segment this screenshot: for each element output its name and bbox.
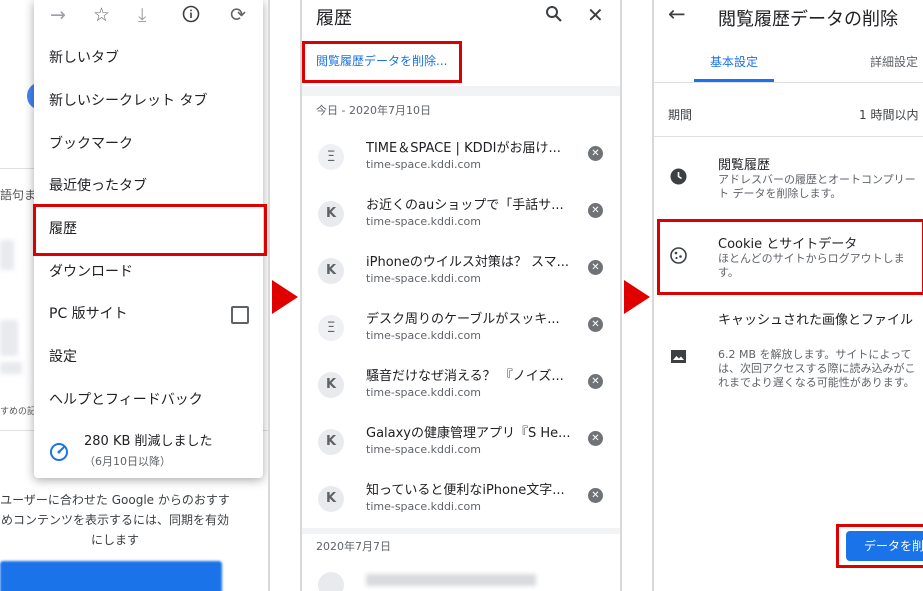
close-icon[interactable]: ✕ [587, 3, 604, 27]
menu-item-bookmarks[interactable]: ブックマーク [49, 134, 133, 154]
history-item[interactable]: K iPhoneのウイルス対策は？ スマ... time-space.kddi.… [302, 246, 620, 303]
history-item-title: デスク周りのケーブルがスッキ... [366, 312, 560, 327]
history-item[interactable]: K Galaxyの健康管理アプリ『S He... time-space.kddi… [302, 417, 620, 474]
data-saver-icon [48, 441, 70, 467]
sync-button[interactable] [0, 561, 222, 591]
date-header: 2020年7月7日 [316, 540, 391, 553]
site-favicon-icon: K [318, 429, 344, 455]
time-range-select[interactable]: 1 時間以内 [859, 106, 918, 123]
chrome-menu-panel: 語句ま すめの記 ユーザーに合わせた Google からのおすすめコンテンツを表… [0, 0, 268, 591]
data-saver-subtitle: （6月10日以降） [84, 455, 171, 468]
remove-item-icon[interactable]: ✕ [588, 203, 603, 218]
tab-advanced[interactable]: 詳細設定 [870, 53, 918, 70]
history-item[interactable]: K 騒音だけなぜ消える？ 『ノイズ... time-space.kddi.com… [302, 360, 620, 417]
history-item[interactable]: Ξ デスク周りのケーブルがスッキ... time-space.kddi.com … [302, 303, 620, 360]
sync-message: ユーザーに合わせた Google からのおすすめコンテンツを表示するには、同期を… [0, 493, 230, 547]
menu-item-desktop-site[interactable]: PC 版サイト [49, 304, 128, 324]
download-icon[interactable]: ⤓ [138, 4, 146, 26]
history-item-title: 騒音だけなぜ消える？ 『ノイズ... [366, 369, 564, 384]
desktop-site-checkbox[interactable] [231, 306, 249, 324]
history-highlight-box [33, 204, 267, 256]
option-description: 6.2 MB を解放します。サイトによっては、次回アクセスする際に読み込みがこれ… [718, 348, 916, 389]
step-arrow-icon [272, 280, 298, 314]
site-favicon-icon: Ξ [318, 315, 344, 341]
history-item-title: iPhoneのウイルス対策は？ スマ... [366, 255, 570, 270]
history-item-title: 知っていると便利なiPhone文字... [366, 483, 565, 498]
option-title[interactable]: キャッシュされた画像とファイル [718, 312, 918, 329]
background-text: すめの記 [0, 407, 37, 417]
history-item-title: お近くのauショップで「手話サ... [366, 198, 564, 213]
menu-item-new-tab[interactable]: 新しいタブ [49, 48, 119, 68]
search-icon[interactable] [545, 5, 563, 27]
data-saver-title[interactable]: 280 KB 削減しました [84, 432, 213, 452]
refresh-icon[interactable]: ⟳ [230, 4, 246, 26]
remove-item-icon[interactable]: ✕ [588, 374, 603, 389]
option-description: アドレスバーの履歴とオートコンプリート データを削除します。 [718, 173, 916, 200]
history-panel: 履歴 ✕ 閲覧履歴データを削除... 今日 - 2020年7月10日 Ξ TIM… [302, 0, 620, 591]
history-item[interactable]: K お近くのauショップで「手話サ... time-space.kddi.com… [302, 189, 620, 246]
blurred-content [366, 574, 536, 586]
history-item-url: time-space.kddi.com [366, 500, 481, 513]
menu-icon-row: → ☆ ⤓ ⟳ [34, 0, 263, 34]
clear-button-highlight-box [836, 524, 923, 568]
time-range-label: 期間 [668, 108, 693, 122]
history-item[interactable]: K 知っていると便利なiPhone文字... time-space.kddi.c… [302, 474, 620, 531]
remove-item-icon[interactable]: ✕ [588, 317, 603, 332]
remove-item-icon[interactable]: ✕ [588, 260, 603, 275]
history-item-title: TIME＆SPACE | KDDIがお届け... [366, 141, 561, 156]
panel-divider [268, 0, 270, 591]
history-item-url: time-space.kddi.com [366, 386, 481, 399]
date-header: 今日 - 2020年7月10日 [316, 104, 431, 117]
history-item-url: time-space.kddi.com [366, 215, 481, 228]
site-favicon-icon: K [318, 258, 344, 284]
clear-link-highlight-box [302, 41, 462, 83]
back-arrow-icon[interactable]: ← [668, 2, 686, 26]
cookie-highlight-box [657, 219, 923, 295]
option-title[interactable]: 閲覧履歴 [718, 154, 770, 173]
star-icon[interactable]: ☆ [93, 4, 110, 26]
background-text: 語句ま [0, 188, 37, 202]
menu-item-recent-tabs[interactable]: 最近使ったタブ [49, 176, 147, 196]
page-title: 閲覧履歴データの削除 [718, 9, 898, 30]
panel-divider [300, 0, 302, 591]
history-item[interactable] [318, 572, 344, 591]
blurred-content [0, 240, 14, 270]
history-item-url: time-space.kddi.com [366, 158, 481, 171]
clock-icon [670, 168, 687, 189]
site-favicon-icon: K [318, 372, 344, 398]
history-item-url: time-space.kddi.com [366, 443, 481, 456]
history-item[interactable]: Ξ TIME＆SPACE | KDDIがお届け... time-space.kd… [302, 132, 620, 189]
clear-data-panel: ← 閲覧履歴データの削除 基本設定 詳細設定 期間 1 時間以内 閲覧履歴 アド… [654, 0, 923, 591]
remove-item-icon[interactable]: ✕ [588, 431, 603, 446]
remove-item-icon[interactable]: ✕ [588, 146, 603, 161]
step-arrow-icon [624, 280, 650, 314]
panel-divider [620, 0, 622, 591]
remove-item-icon[interactable]: ✕ [588, 488, 603, 503]
image-icon [670, 348, 687, 369]
menu-item-help[interactable]: ヘルプとフィードバック [49, 390, 203, 410]
menu-item-downloads[interactable]: ダウンロード [49, 262, 133, 282]
page-title: 履歴 [316, 8, 352, 29]
menu-item-settings[interactable]: 設定 [49, 347, 77, 367]
info-icon[interactable] [182, 5, 200, 28]
tab-basic[interactable]: 基本設定 [710, 53, 758, 70]
forward-icon[interactable]: → [50, 4, 66, 26]
history-item-url: time-space.kddi.com [366, 329, 481, 342]
site-favicon-icon: K [318, 486, 344, 512]
site-favicon-icon: Ξ [318, 144, 344, 170]
history-item-url: time-space.kddi.com [366, 272, 481, 285]
menu-item-incognito[interactable]: 新しいシークレット タブ [49, 91, 207, 111]
site-favicon-icon: K [318, 201, 344, 227]
history-item-title: Galaxyの健康管理アプリ『S He... [366, 426, 571, 441]
